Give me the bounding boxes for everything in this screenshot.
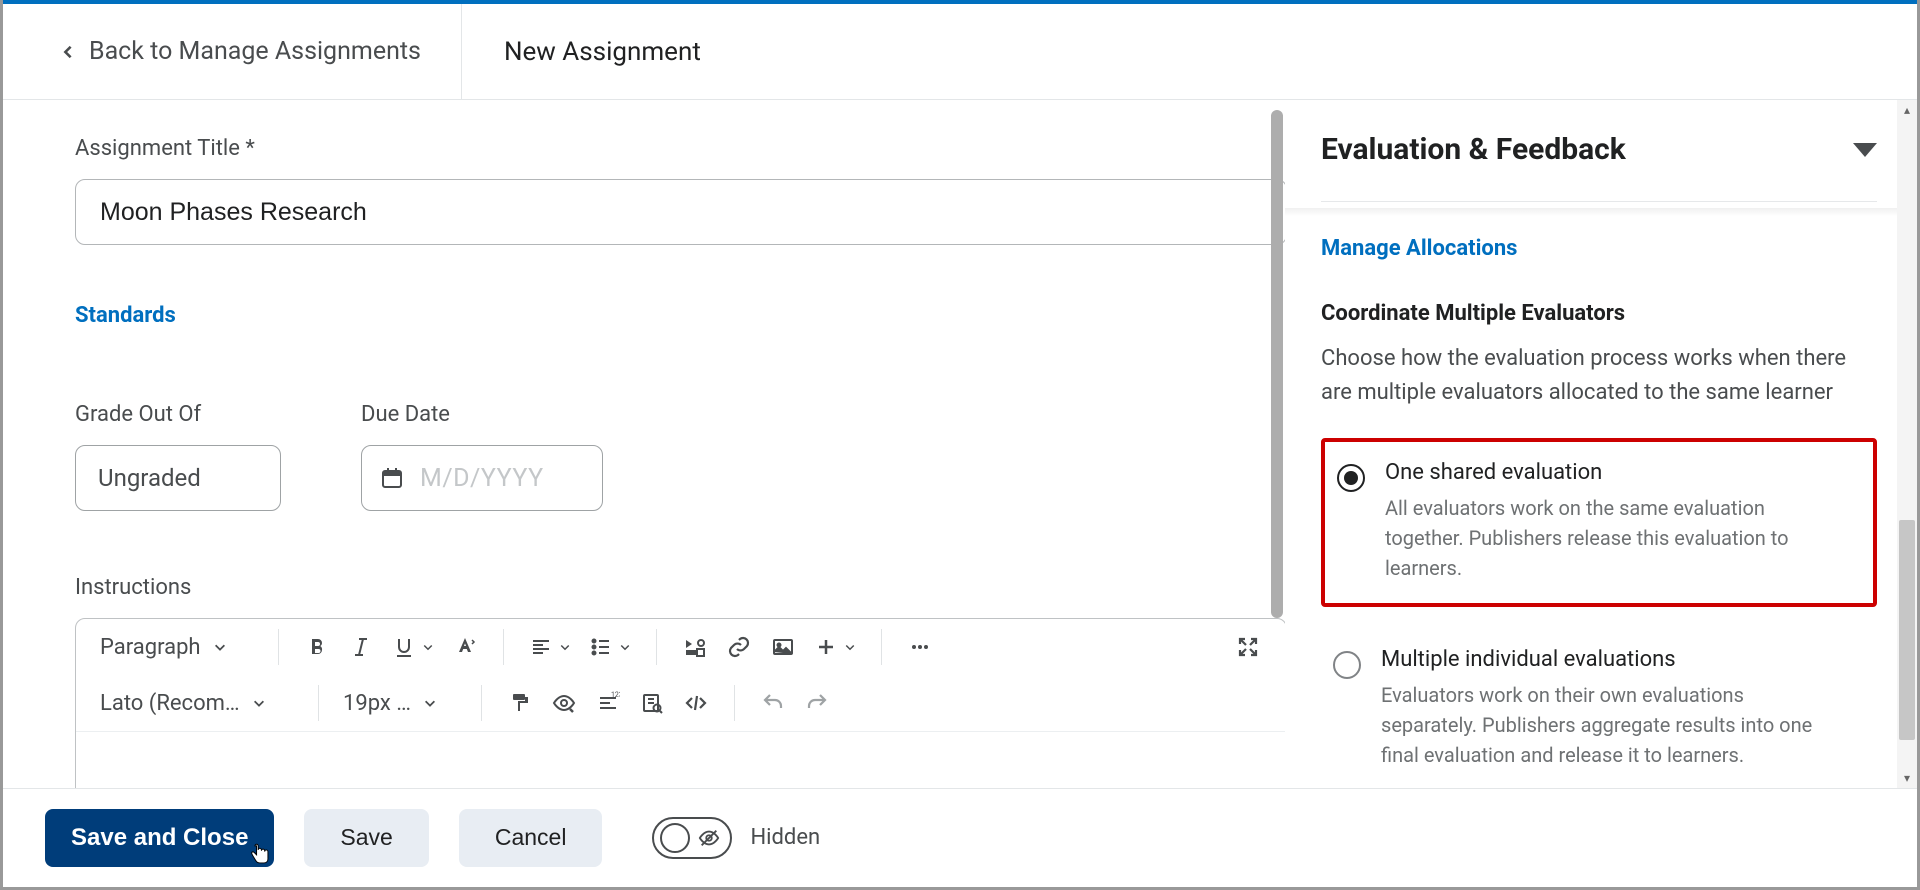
source-button[interactable]: [674, 683, 718, 723]
cancel-button[interactable]: Cancel: [459, 809, 603, 867]
chevron-down-icon: [213, 640, 227, 654]
instructions-label: Instructions: [75, 575, 1285, 600]
option-shared[interactable]: One shared evaluation All evaluators wor…: [1321, 438, 1877, 607]
page-title-cell: New Assignment: [462, 4, 701, 99]
scroll-up-arrow[interactable]: ▴: [1897, 100, 1917, 120]
chevron-down-icon: [423, 696, 437, 710]
wordcount-button[interactable]: 123: [586, 683, 630, 723]
visibility-label: Hidden: [750, 825, 820, 850]
option-multiple-title: Multiple individual evaluations: [1381, 647, 1861, 672]
radio-dot: [1344, 471, 1358, 485]
main-scrollbar[interactable]: [1269, 106, 1285, 788]
coordinate-heading: Coordinate Multiple Evaluators: [1321, 301, 1877, 326]
separator: [881, 629, 882, 665]
separator: [318, 685, 319, 721]
align-button[interactable]: [520, 627, 580, 667]
due-date-placeholder: M/D/YYYY: [420, 464, 544, 493]
title-input[interactable]: [75, 179, 1285, 245]
option-multiple[interactable]: Multiple individual evaluations Evaluato…: [1321, 629, 1877, 788]
separator: [481, 685, 482, 721]
scroll-down-arrow[interactable]: ▾: [1897, 768, 1917, 788]
chevron-down-icon: [559, 641, 571, 653]
visibility-toggle[interactable]: [652, 817, 732, 859]
calendar-icon: [380, 466, 404, 490]
font-dropdown[interactable]: Lato (Recom…: [92, 691, 302, 716]
panel-toggle[interactable]: Evaluation & Feedback: [1321, 132, 1877, 202]
eye-off-icon: [698, 827, 720, 849]
evaluation-panel: Evaluation & Feedback Manage Allocations…: [1285, 100, 1897, 788]
separator: [278, 629, 279, 665]
text-color-button[interactable]: [443, 627, 487, 667]
grade-input[interactable]: Ungraded: [75, 445, 281, 511]
grade-label: Grade Out Of: [75, 402, 281, 427]
back-label: Back to Manage Assignments: [89, 37, 421, 66]
scrollbar-thumb[interactable]: [1899, 520, 1915, 740]
radio-shared[interactable]: [1337, 464, 1365, 492]
caret-down-icon: [1853, 143, 1877, 157]
main-form: Assignment Title * Standards Grade Out O…: [3, 100, 1285, 788]
standards-link[interactable]: Standards: [75, 303, 176, 328]
panel-title: Evaluation & Feedback: [1321, 132, 1626, 167]
sidebar-scrollbar[interactable]: ▴ ▾: [1897, 100, 1917, 788]
bold-button[interactable]: [295, 627, 339, 667]
separator: [734, 685, 735, 721]
more-button[interactable]: [898, 627, 942, 667]
insert-button[interactable]: [805, 627, 865, 667]
option-shared-title: One shared evaluation: [1385, 460, 1857, 485]
save-button[interactable]: Save: [304, 809, 428, 867]
option-shared-desc: All evaluators work on the same evaluati…: [1385, 493, 1845, 583]
chevron-down-icon: [252, 696, 266, 710]
chevron-down-icon: [619, 641, 631, 653]
coordinate-desc: Choose how the evaluation process works …: [1321, 342, 1861, 410]
due-date-label: Due Date: [361, 402, 603, 427]
due-date-input[interactable]: M/D/YYYY: [361, 445, 603, 511]
accessibility-button[interactable]: [542, 683, 586, 723]
redo-button[interactable]: [795, 683, 839, 723]
save-close-label: Save and Close: [71, 824, 248, 852]
editor-content[interactable]: [76, 731, 1285, 788]
radio-multiple[interactable]: [1333, 651, 1361, 679]
page-header: Back to Manage Assignments New Assignmen…: [3, 4, 1917, 100]
title-label: Assignment Title *: [75, 136, 1285, 161]
rich-text-editor: Paragraph: [75, 618, 1285, 788]
underline-button[interactable]: [383, 627, 443, 667]
fontsize-dropdown[interactable]: 19px …: [335, 691, 465, 716]
save-and-close-button[interactable]: Save and Close: [45, 809, 274, 867]
back-button[interactable]: Back to Manage Assignments: [61, 4, 462, 99]
fontsize-value: 19px …: [343, 691, 411, 716]
font-value: Lato (Recom…: [100, 691, 240, 716]
option-multiple-desc: Evaluators work on their own evaluations…: [1381, 680, 1841, 770]
format-painter-button[interactable]: [498, 683, 542, 723]
format-dropdown[interactable]: Paragraph: [92, 635, 262, 660]
image-button[interactable]: [761, 627, 805, 667]
chevron-down-icon: [422, 641, 434, 653]
page-title: New Assignment: [504, 37, 701, 67]
link-button[interactable]: [717, 627, 761, 667]
undo-button[interactable]: [751, 683, 795, 723]
panel-shadow: [1285, 208, 1897, 216]
preview-button[interactable]: [630, 683, 674, 723]
scrollbar-thumb[interactable]: [1271, 110, 1283, 618]
separator: [503, 629, 504, 665]
fullscreen-button[interactable]: [1226, 627, 1270, 667]
chevron-down-icon: [844, 641, 856, 653]
svg-text:123: 123: [611, 691, 620, 699]
italic-button[interactable]: [339, 627, 383, 667]
footer: Save and Close Save Cancel Hidden: [3, 788, 1917, 886]
insert-stuff-button[interactable]: [673, 627, 717, 667]
chevron-left-icon: [61, 45, 75, 59]
manage-allocations-link[interactable]: Manage Allocations: [1321, 236, 1517, 261]
separator: [656, 629, 657, 665]
grade-value: Ungraded: [98, 464, 201, 492]
toggle-knob: [660, 823, 690, 853]
format-value: Paragraph: [100, 635, 201, 660]
list-button[interactable]: [580, 627, 640, 667]
